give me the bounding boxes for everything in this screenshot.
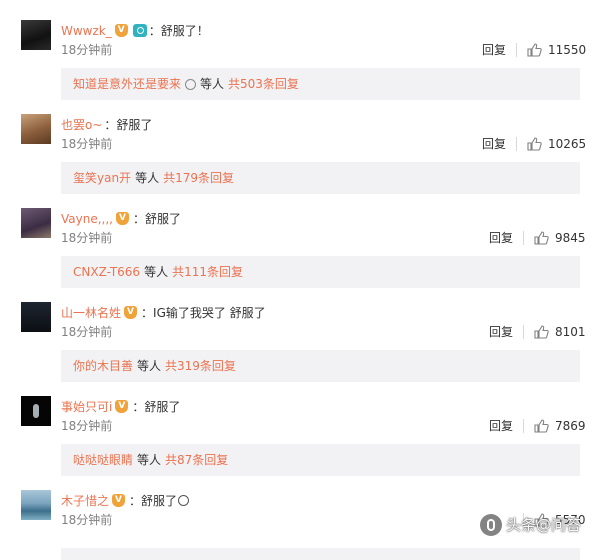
reply-total-link[interactable]: 共503条回复: [228, 77, 299, 91]
comment-time: 18分钟前: [61, 43, 113, 57]
reply-button[interactable]: 回复: [482, 42, 506, 58]
username-link[interactable]: 事始只可i: [61, 400, 112, 414]
reply-mid-text: 等人: [135, 171, 160, 185]
camera-badge-icon: [132, 24, 147, 37]
reply-button[interactable]: 回复: [489, 324, 513, 340]
colon-separator: ：: [141, 306, 154, 320]
smile-emoji-icon: [178, 495, 190, 506]
comment-text: 舒服了: [144, 400, 181, 414]
comment-text: 舒服了: [141, 494, 178, 508]
like-count: 8101: [555, 325, 586, 339]
colon-separator: ：: [104, 118, 117, 132]
toutiao-logo-icon: [480, 514, 502, 536]
watermark: 头条@问答: [480, 511, 598, 539]
like-button[interactable]: 11550: [516, 40, 586, 60]
vip-badge-icon: V: [115, 212, 131, 225]
username-link[interactable]: Vayne,,,,: [61, 212, 113, 226]
like-button[interactable]: 8101: [523, 322, 586, 342]
reply-user-link[interactable]: 哒哒哒眼睛: [73, 453, 133, 467]
colon-separator: ：: [148, 24, 161, 38]
reply-total-link[interactable]: 共179条回复: [163, 171, 234, 185]
like-button[interactable]: 7869: [523, 416, 586, 436]
vip-badge-icon: V: [115, 400, 130, 413]
avatar[interactable]: [21, 20, 51, 50]
comment-line: 木子惜之 V ：舒服了: [61, 492, 190, 510]
username-link[interactable]: 也罢o~: [61, 118, 102, 132]
reply-button[interactable]: 回复: [489, 230, 513, 246]
divider: [523, 325, 524, 339]
divider: [523, 231, 524, 245]
comment-text: 舒服了: [145, 212, 182, 226]
reply-total-link[interactable]: 共111条回复: [172, 265, 243, 279]
reply-user-link[interactable]: 知道是意外还是要来: [73, 77, 181, 91]
comment-line: 山一林名姓 V ：IG输了我哭了 舒服了: [61, 304, 266, 322]
watermark-text: 头条@问答: [506, 516, 582, 534]
reply-preview[interactable]: 你的木目善 等人 共319条回复: [61, 350, 580, 382]
comment-time: 18分钟前: [61, 137, 113, 151]
colon-separator: ：: [132, 212, 145, 226]
comment-item: Wwwzk_ V ：舒服了！ 18分钟前 回复 11550 知道是意外还是要来 等人共…: [0, 20, 599, 114]
thumbs-up-icon: [534, 419, 549, 433]
reply-preview[interactable]: 知道是意外还是要来 等人 共503条回复: [61, 68, 580, 100]
vip-badge-icon: V: [114, 24, 130, 37]
comment-line: Wwwzk_ V ：舒服了！: [61, 22, 209, 40]
like-button[interactable]: 9845: [523, 228, 586, 248]
avatar[interactable]: [21, 490, 51, 520]
reply-mid-text: 等人: [137, 453, 162, 467]
reply-total-link[interactable]: 共319条回复: [165, 359, 236, 373]
thumbs-up-icon: [527, 137, 542, 151]
comment-line: 也罢o~ ：舒服了: [61, 116, 152, 134]
reply-user-link[interactable]: 你的木目善: [73, 359, 133, 373]
reply-mid-text: 等人: [200, 77, 225, 91]
comment-text: IG输了我哭了 舒服了: [153, 306, 266, 320]
thumbs-up-icon: [534, 231, 549, 245]
like-count: 11550: [548, 43, 587, 57]
comment-item: 山一林名姓 V ：IG输了我哭了 舒服了 18分钟前 回复 8101 你的木目善 等人…: [0, 302, 599, 396]
username-link[interactable]: 山一林名姓: [61, 306, 121, 320]
comment-line: Vayne,,,, V ：舒服了: [61, 210, 181, 228]
like-button[interactable]: 10265: [516, 134, 586, 154]
comment-text: 舒服了: [116, 118, 153, 132]
reply-total-link[interactable]: 共87条回复: [165, 453, 228, 467]
watch-icon: [185, 79, 197, 90]
reply-button[interactable]: 回复: [489, 418, 513, 434]
reply-preview-partial: [61, 548, 580, 560]
thumbs-up-icon: [534, 325, 549, 339]
comment-time: 18分钟前: [61, 513, 113, 527]
divider: [516, 137, 517, 151]
divider: [523, 419, 524, 433]
comment-line: 事始只可i V ：舒服了: [61, 398, 180, 416]
reply-preview[interactable]: 玺笑yan开 等人 共179条回复: [61, 162, 580, 194]
colon-separator: ：: [129, 494, 142, 508]
vip-badge-icon: V: [112, 494, 127, 507]
avatar[interactable]: [21, 396, 51, 426]
avatar[interactable]: [21, 114, 51, 144]
avatar[interactable]: [21, 208, 51, 238]
comment-time: 18分钟前: [61, 325, 113, 339]
comment-text: 舒服了！: [160, 24, 209, 38]
comment-item: 事始只可i V ：舒服了 18分钟前 回复 7869 哒哒哒眼睛 等人 共87条回复: [0, 396, 599, 490]
reply-preview[interactable]: CNXZ-T666 等人 共111条回复: [61, 256, 580, 288]
username-link[interactable]: 木子惜之: [61, 494, 109, 508]
vip-badge-icon: V: [124, 306, 139, 319]
comment-time: 18分钟前: [61, 419, 113, 433]
comment-time: 18分钟前: [61, 231, 113, 245]
reply-user-link[interactable]: CNXZ-T666: [73, 265, 140, 279]
avatar[interactable]: [21, 302, 51, 332]
reply-preview[interactable]: 哒哒哒眼睛 等人 共87条回复: [61, 444, 580, 476]
reply-button[interactable]: 回复: [482, 136, 506, 152]
comment-item: Vayne,,,, V ：舒服了 18分钟前 回复 9845 CNXZ-T666 等人…: [0, 208, 599, 302]
like-count: 7869: [555, 419, 586, 433]
colon-separator: ：: [132, 400, 145, 414]
reply-mid-text: 等人: [144, 265, 169, 279]
like-count: 10265: [548, 137, 587, 151]
divider: [516, 43, 517, 57]
username-link[interactable]: Wwwzk_: [61, 24, 112, 38]
reply-mid-text: 等人: [137, 359, 162, 373]
thumbs-up-icon: [527, 43, 542, 57]
comment-item: 也罢o~ ：舒服了 18分钟前 回复 10265 玺笑yan开 等人 共179条回复: [0, 114, 599, 208]
reply-user-link[interactable]: 玺笑yan开: [73, 171, 131, 185]
like-count: 9845: [555, 231, 586, 245]
